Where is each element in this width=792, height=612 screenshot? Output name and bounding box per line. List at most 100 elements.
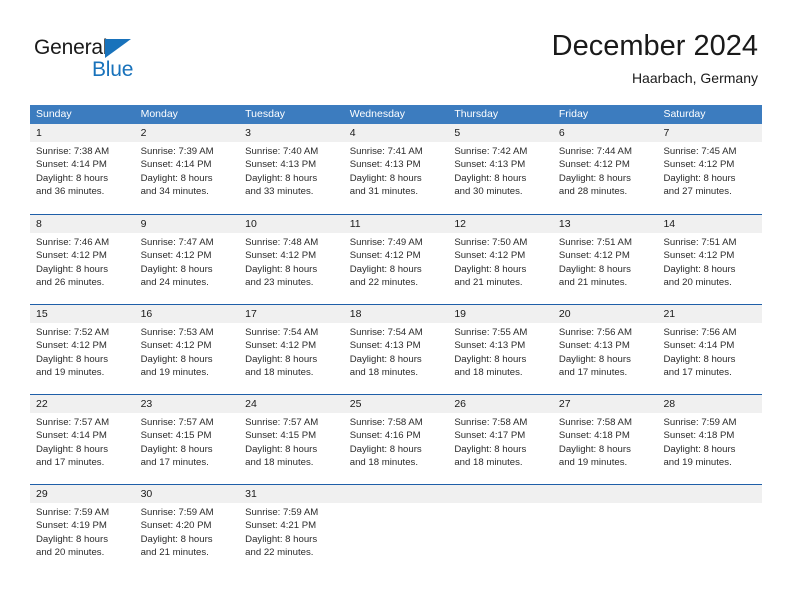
sunset-text: Sunset: 4:19 PM [36, 520, 107, 532]
daylight-text-line1: Daylight: 8 hours [349, 353, 422, 365]
sunrise-text: Sunrise: 7:47 AM [140, 237, 214, 248]
sunset-text: Sunset: 4:12 PM [454, 250, 526, 262]
daylight-text-line1: Daylight: 8 hours [454, 353, 527, 365]
sunset-text: Sunset: 4:13 PM [245, 159, 317, 171]
daylight-text-line2: and 22 minutes. [349, 277, 419, 289]
daylight-text-line1: Daylight: 8 hours [245, 533, 318, 545]
generalblue-logo[interactable]: General Blue [34, 36, 214, 88]
sunrise-text: Sunrise: 7:55 AM [454, 327, 528, 338]
daylight-text-line2: and 19 minutes. [36, 367, 105, 379]
daylight-text-line2: and 17 minutes. [36, 457, 105, 469]
day-cell[interactable]: 26 Sunrise: 7:58 AM Sunset: 4:17 PM Dayl… [448, 395, 553, 484]
day-cell[interactable]: 20 Sunrise: 7:56 AM Sunset: 4:13 PM Dayl… [553, 305, 658, 394]
sunrise-text: Sunrise: 7:54 AM [245, 327, 319, 338]
week-row: 22 Sunrise: 7:57 AM Sunset: 4:14 PM Dayl… [30, 394, 762, 484]
day-number: 6 [558, 127, 565, 139]
sunset-text: Sunset: 4:13 PM [349, 159, 421, 171]
day-cell[interactable]: 14 Sunrise: 7:51 AM Sunset: 4:12 PM Dayl… [657, 215, 762, 304]
day-number: 23 [140, 398, 153, 410]
day-cell[interactable]: 17 Sunrise: 7:54 AM Sunset: 4:12 PM Dayl… [239, 305, 344, 394]
logo-text-general: General [34, 36, 108, 59]
day-cell[interactable]: 28 Sunrise: 7:59 AM Sunset: 4:18 PM Dayl… [657, 395, 762, 484]
daylight-text-line2: and 36 minutes. [36, 186, 105, 198]
sunset-text: Sunset: 4:12 PM [663, 250, 735, 262]
day-cell[interactable]: 6 Sunrise: 7:44 AM Sunset: 4:12 PM Dayli… [553, 124, 658, 214]
daylight-text-line2: and 18 minutes. [349, 367, 419, 379]
logo-text-blue: Blue [92, 58, 134, 81]
day-cell[interactable]: 7 Sunrise: 7:45 AM Sunset: 4:12 PM Dayli… [657, 124, 762, 214]
daylight-text-line2: and 21 minutes. [454, 277, 523, 289]
day-number: 10 [245, 218, 257, 230]
daylight-text-line1: Daylight: 8 hours [558, 443, 631, 455]
daylight-text-line1: Daylight: 8 hours [245, 353, 318, 365]
day-cell[interactable]: 31 Sunrise: 7:59 AM Sunset: 4:21 PM Dayl… [239, 485, 344, 574]
day-cell[interactable]: 27 Sunrise: 7:58 AM Sunset: 4:18 PM Dayl… [553, 395, 658, 484]
daylight-text-line1: Daylight: 8 hours [36, 172, 108, 184]
day-cell[interactable]: 21 Sunrise: 7:56 AM Sunset: 4:14 PM Dayl… [657, 305, 762, 394]
week-row: 29 Sunrise: 7:59 AM Sunset: 4:19 PM Dayl… [30, 484, 762, 574]
day-cell-empty [553, 485, 658, 574]
sunrise-text: Sunrise: 7:41 AM [349, 146, 423, 157]
day-cell[interactable]: 24 Sunrise: 7:57 AM Sunset: 4:15 PM Dayl… [239, 395, 344, 484]
day-cell[interactable]: 25 Sunrise: 7:58 AM Sunset: 4:16 PM Dayl… [344, 395, 449, 484]
daylight-text-line2: and 22 minutes. [245, 547, 314, 559]
daylight-text-line2: and 34 minutes. [140, 186, 209, 198]
daylight-text-line1: Daylight: 8 hours [558, 353, 631, 365]
sunset-text: Sunset: 4:12 PM [245, 340, 317, 352]
daylight-text-line1: Daylight: 8 hours [140, 533, 213, 545]
day-cell[interactable]: 16 Sunrise: 7:53 AM Sunset: 4:12 PM Dayl… [135, 305, 240, 394]
day-cell[interactable]: 11 Sunrise: 7:49 AM Sunset: 4:12 PM Dayl… [344, 215, 449, 304]
sunset-text: Sunset: 4:14 PM [36, 430, 107, 442]
sunset-text: Sunset: 4:12 PM [140, 340, 212, 352]
daylight-text-line1: Daylight: 8 hours [140, 353, 213, 365]
day-cell[interactable]: 8 Sunrise: 7:46 AM Sunset: 4:12 PM Dayli… [30, 215, 135, 304]
sunset-text: Sunset: 4:14 PM [140, 159, 212, 171]
day-number: 21 [663, 308, 676, 320]
day-cell[interactable]: 3 Sunrise: 7:40 AM Sunset: 4:13 PM Dayli… [239, 124, 344, 214]
weekday-header-saturday: Saturday [663, 108, 706, 120]
day-cell[interactable]: 5 Sunrise: 7:42 AM Sunset: 4:13 PM Dayli… [448, 124, 553, 214]
day-cell[interactable]: 9 Sunrise: 7:47 AM Sunset: 4:12 PM Dayli… [135, 215, 240, 304]
week-row: 1 Sunrise: 7:38 AM Sunset: 4:14 PM Dayli… [30, 124, 762, 214]
sunrise-text: Sunrise: 7:50 AM [454, 237, 528, 248]
daylight-text-line1: Daylight: 8 hours [36, 443, 108, 455]
daylight-text-line2: and 27 minutes. [663, 186, 732, 198]
day-cell[interactable]: 18 Sunrise: 7:54 AM Sunset: 4:13 PM Dayl… [344, 305, 449, 394]
day-cell[interactable]: 22 Sunrise: 7:57 AM Sunset: 4:14 PM Dayl… [30, 395, 135, 484]
day-number: 5 [454, 127, 461, 139]
day-cell[interactable]: 2 Sunrise: 7:39 AM Sunset: 4:14 PM Dayli… [135, 124, 240, 214]
day-number: 9 [140, 218, 147, 230]
calendar-grid: Sunday Monday Tuesday Wednesday Thursday… [30, 105, 762, 574]
day-number: 27 [558, 398, 571, 410]
day-cell[interactable]: 13 Sunrise: 7:51 AM Sunset: 4:12 PM Dayl… [553, 215, 658, 304]
day-cell[interactable]: 23 Sunrise: 7:57 AM Sunset: 4:15 PM Dayl… [135, 395, 240, 484]
daylight-text-line2: and 31 minutes. [349, 186, 419, 198]
day-cell[interactable]: 4 Sunrise: 7:41 AM Sunset: 4:13 PM Dayli… [344, 124, 449, 214]
sunset-text: Sunset: 4:13 PM [454, 159, 526, 171]
sunrise-text: Sunrise: 7:45 AM [663, 146, 737, 157]
day-cell[interactable]: 30 Sunrise: 7:59 AM Sunset: 4:20 PM Dayl… [135, 485, 240, 574]
daylight-text-line1: Daylight: 8 hours [454, 263, 527, 275]
day-cell-empty [657, 485, 762, 574]
day-cell[interactable]: 19 Sunrise: 7:55 AM Sunset: 4:13 PM Dayl… [448, 305, 553, 394]
page-subtitle: Haarbach, Germany [631, 70, 758, 86]
day-number: 4 [349, 127, 356, 139]
sunrise-text: Sunrise: 7:51 AM [663, 237, 737, 248]
day-cell[interactable]: 12 Sunrise: 7:50 AM Sunset: 4:12 PM Dayl… [448, 215, 553, 304]
triangle-icon [105, 39, 131, 58]
day-cell[interactable]: 1 Sunrise: 7:38 AM Sunset: 4:14 PM Dayli… [30, 124, 135, 214]
daylight-text-line2: and 20 minutes. [36, 547, 105, 559]
day-number: 14 [663, 218, 676, 230]
day-cell[interactable]: 15 Sunrise: 7:52 AM Sunset: 4:12 PM Dayl… [30, 305, 135, 394]
daylight-text-line2: and 23 minutes. [245, 277, 314, 289]
day-number: 16 [140, 308, 153, 320]
daylight-text-line2: and 18 minutes. [245, 457, 314, 469]
daylight-text-line2: and 17 minutes. [558, 367, 628, 379]
day-cell[interactable]: 10 Sunrise: 7:48 AM Sunset: 4:12 PM Dayl… [239, 215, 344, 304]
daylight-text-line1: Daylight: 8 hours [140, 172, 213, 184]
daylight-text-line1: Daylight: 8 hours [245, 443, 318, 455]
sunrise-text: Sunrise: 7:58 AM [454, 417, 528, 428]
sunrise-text: Sunrise: 7:57 AM [36, 417, 110, 428]
day-cell[interactable]: 29 Sunrise: 7:59 AM Sunset: 4:19 PM Dayl… [30, 485, 135, 574]
sunset-text: Sunset: 4:14 PM [36, 159, 107, 171]
